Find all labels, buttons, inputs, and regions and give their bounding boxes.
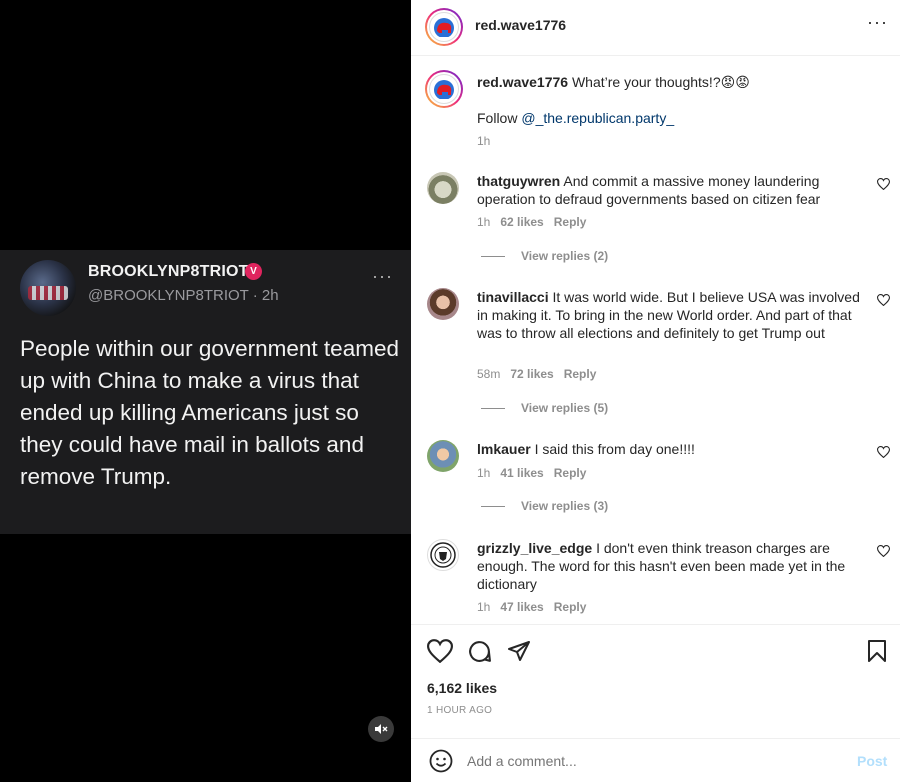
comment-meta: 1h 41 likes Reply	[477, 466, 586, 480]
comment: grizzly_live_edge I don't even think tre…	[477, 539, 862, 593]
comment-likes[interactable]: 72 likes	[510, 367, 553, 381]
comment: lmkauer I said this from day one!!!!	[477, 440, 862, 458]
commenter-avatar[interactable]	[427, 440, 459, 472]
verified-badge-icon: V	[245, 263, 262, 280]
mention-link[interactable]: @_the.republican.party_	[521, 110, 674, 126]
tweet-more-icon: ···	[372, 266, 393, 286]
comment: thatguywren And commit a massive money l…	[477, 172, 862, 208]
add-comment-input[interactable]	[467, 753, 827, 769]
post-media[interactable]: BROOKLYNP8TRIOT V @BROOKLYNP8TRIOT · 2h …	[0, 0, 411, 782]
comment-username[interactable]: tinavillacci	[477, 289, 549, 305]
caption-follow: Follow @_the.republican.party_	[477, 109, 674, 127]
comment-meta: 58m 72 likes Reply	[477, 367, 596, 381]
comment-text: I said this from day one!!!!	[534, 441, 695, 457]
elephant-logo-icon	[429, 74, 459, 104]
speaker-muted-icon[interactable]	[368, 716, 394, 742]
comment-likes[interactable]: 41 likes	[500, 466, 543, 480]
comment-bubble-icon[interactable]	[467, 639, 492, 664]
comment-composer: Post	[411, 738, 900, 782]
likes-count[interactable]: 6,162 likes	[427, 680, 497, 696]
reply-button[interactable]: Reply	[554, 215, 587, 229]
view-replies-button[interactable]: View replies (2)	[481, 249, 608, 263]
reply-button[interactable]: Reply	[564, 367, 597, 381]
post-side-panel: red.wave1776 ··· red.wave1776 What’re yo…	[411, 0, 900, 782]
elephant-logo-icon	[429, 12, 459, 42]
caption: red.wave1776 What’re your thoughts!?😡😡	[477, 73, 877, 91]
view-replies-button[interactable]: View replies (5)	[481, 401, 608, 415]
post-header: red.wave1776 ···	[411, 0, 900, 56]
comment-meta: 1h 62 likes Reply	[477, 215, 586, 229]
comment-username[interactable]: lmkauer	[477, 441, 531, 457]
caption-username[interactable]: red.wave1776	[477, 74, 568, 90]
commenter-avatar[interactable]	[427, 539, 459, 571]
tweet-handle: @BROOKLYNP8TRIOT · 2h	[88, 287, 279, 304]
post-modal: BROOKLYNP8TRIOT V @BROOKLYNP8TRIOT · 2h …	[0, 0, 900, 782]
save-bookmark-icon[interactable]	[867, 639, 887, 663]
tweet-text: People within our government teamed up w…	[20, 336, 399, 489]
commenter-avatar[interactable]	[427, 288, 459, 320]
post-timestamp: 1 HOUR AGO	[427, 705, 493, 716]
share-paper-plane-icon[interactable]	[507, 639, 531, 663]
comment-like-heart-icon[interactable]	[876, 545, 891, 560]
reply-button[interactable]: Reply	[554, 466, 587, 480]
more-options-icon[interactable]: ···	[867, 12, 888, 33]
caption-avatar[interactable]	[425, 70, 463, 108]
comment-time: 58m	[477, 367, 501, 381]
comment-time: 1h	[477, 466, 491, 480]
comment-meta: 1h 47 likes Reply	[477, 600, 586, 614]
author-avatar[interactable]	[425, 8, 463, 46]
comment-like-heart-icon[interactable]	[876, 446, 891, 461]
commenter-avatar[interactable]	[427, 172, 459, 204]
caption-time: 1h	[477, 134, 491, 148]
comment-like-heart-icon[interactable]	[876, 294, 891, 309]
comment-like-heart-icon[interactable]	[876, 178, 891, 193]
comment-time: 1h	[477, 600, 491, 614]
tweet-author-name: BROOKLYNP8TRIOT	[88, 263, 249, 280]
view-replies-button[interactable]: View replies (3)	[481, 499, 608, 513]
follow-prefix: Follow	[477, 110, 522, 126]
tweet-avatar	[20, 260, 76, 316]
reply-button[interactable]: Reply	[554, 600, 587, 614]
comment: tinavillacci It was world wide. But I be…	[477, 288, 862, 342]
caption-text: What’re your thoughts!?😡😡	[571, 74, 750, 90]
bear-badge-icon	[430, 542, 456, 568]
comment-username[interactable]: grizzly_live_edge	[477, 540, 592, 556]
comment-username[interactable]: thatguywren	[477, 173, 560, 189]
emoji-icon[interactable]	[429, 749, 453, 773]
comment-time: 1h	[477, 215, 491, 229]
comment-likes[interactable]: 47 likes	[500, 600, 543, 614]
like-heart-icon[interactable]	[427, 639, 453, 663]
post-comment-button[interactable]: Post	[857, 753, 887, 769]
comment-likes[interactable]: 62 likes	[500, 215, 543, 229]
header-username[interactable]: red.wave1776	[475, 17, 566, 33]
